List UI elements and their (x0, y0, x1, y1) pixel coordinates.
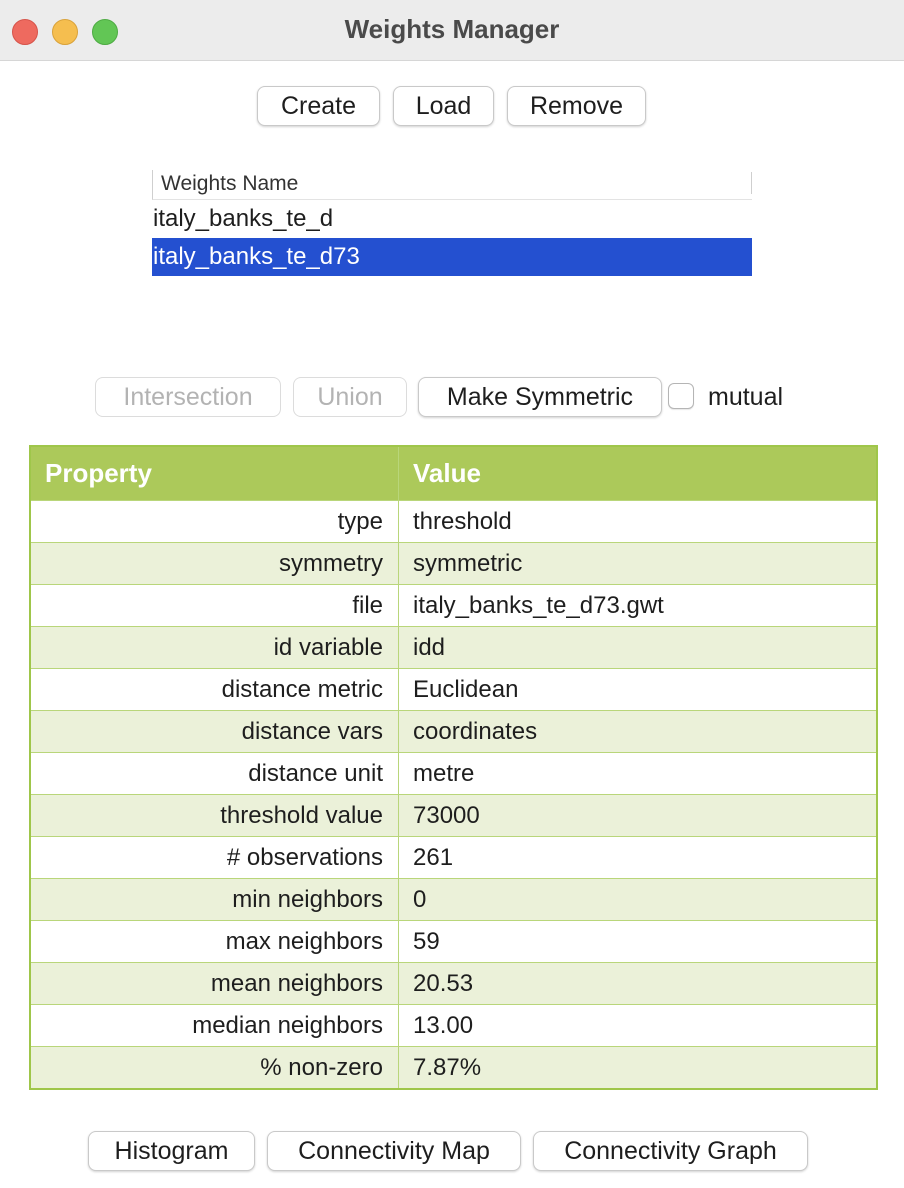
intersection-button[interactable]: Intersection (95, 377, 281, 417)
mutual-label: mutual (708, 383, 784, 411)
property-value: symmetric (413, 549, 523, 577)
table-row: type threshold (31, 500, 876, 542)
table-row: threshold value 73000 (31, 794, 876, 836)
properties-table: Property Value type threshold symmetry s… (29, 445, 878, 1090)
histogram-button[interactable]: Histogram (88, 1131, 255, 1171)
table-row: # observations 261 (31, 836, 876, 878)
property-value: 261 (413, 843, 454, 871)
connectivity-map-button[interactable]: Connectivity Map (267, 1131, 521, 1171)
property-key: min neighbors (31, 879, 399, 920)
table-row: max neighbors 59 (31, 920, 876, 962)
create-button[interactable]: Create (257, 86, 380, 126)
property-column-header: Property (31, 447, 399, 500)
property-value: threshold (413, 507, 512, 535)
table-row: id variable idd (31, 626, 876, 668)
property-key: mean neighbors (31, 963, 399, 1004)
property-key: threshold value (31, 795, 399, 836)
table-row: median neighbors 13.00 (31, 1004, 876, 1046)
union-button[interactable]: Union (293, 377, 407, 417)
property-key: distance metric (31, 669, 399, 710)
property-value: 59 (413, 927, 440, 955)
property-value: coordinates (413, 717, 538, 745)
value-column-header: Value (413, 458, 481, 488)
weights-list: Weights Name italy_banks_te_d italy_bank… (152, 170, 752, 276)
table-row: file italy_banks_te_d73.gwt (31, 584, 876, 626)
property-value: idd (413, 633, 446, 661)
mutual-checkbox[interactable] (668, 383, 694, 409)
property-key: file (31, 585, 399, 626)
property-key: distance unit (31, 753, 399, 794)
table-row: % non-zero 7.87% (31, 1046, 876, 1088)
property-value: 7.87% (413, 1053, 482, 1081)
property-key: % non-zero (31, 1047, 399, 1088)
load-button[interactable]: Load (393, 86, 494, 126)
table-row: distance unit metre (31, 752, 876, 794)
title-bar: Weights Manager (0, 0, 904, 61)
remove-button[interactable]: Remove (507, 86, 646, 126)
window-title: Weights Manager (344, 14, 560, 44)
column-separator (751, 172, 752, 194)
weights-name-column-label: Weights Name (161, 172, 299, 195)
weights-list-item-selected[interactable]: italy_banks_te_d73 (152, 238, 752, 276)
property-key: symmetry (31, 543, 399, 584)
table-row: min neighbors 0 (31, 878, 876, 920)
property-value: 73000 (413, 801, 480, 829)
property-value: metre (413, 759, 475, 787)
property-key: # observations (31, 837, 399, 878)
property-value: 0 (413, 885, 427, 913)
property-value: 13.00 (413, 1011, 474, 1039)
property-value: italy_banks_te_d73.gwt (413, 591, 664, 619)
weights-list-header[interactable]: Weights Name (152, 170, 752, 200)
table-row: symmetry symmetric (31, 542, 876, 584)
property-key: distance vars (31, 711, 399, 752)
property-key: id variable (31, 627, 399, 668)
property-value: Euclidean (413, 675, 519, 703)
table-header-row: Property Value (31, 447, 876, 500)
property-value: 20.53 (413, 969, 474, 997)
table-row: distance vars coordinates (31, 710, 876, 752)
make-symmetric-button[interactable]: Make Symmetric (418, 377, 662, 417)
table-row: distance metric Euclidean (31, 668, 876, 710)
property-key: median neighbors (31, 1005, 399, 1046)
property-key: type (31, 501, 399, 542)
table-row: mean neighbors 20.53 (31, 962, 876, 1004)
connectivity-graph-button[interactable]: Connectivity Graph (533, 1131, 808, 1171)
property-key: max neighbors (31, 921, 399, 962)
weights-list-item[interactable]: italy_banks_te_d (152, 200, 752, 238)
